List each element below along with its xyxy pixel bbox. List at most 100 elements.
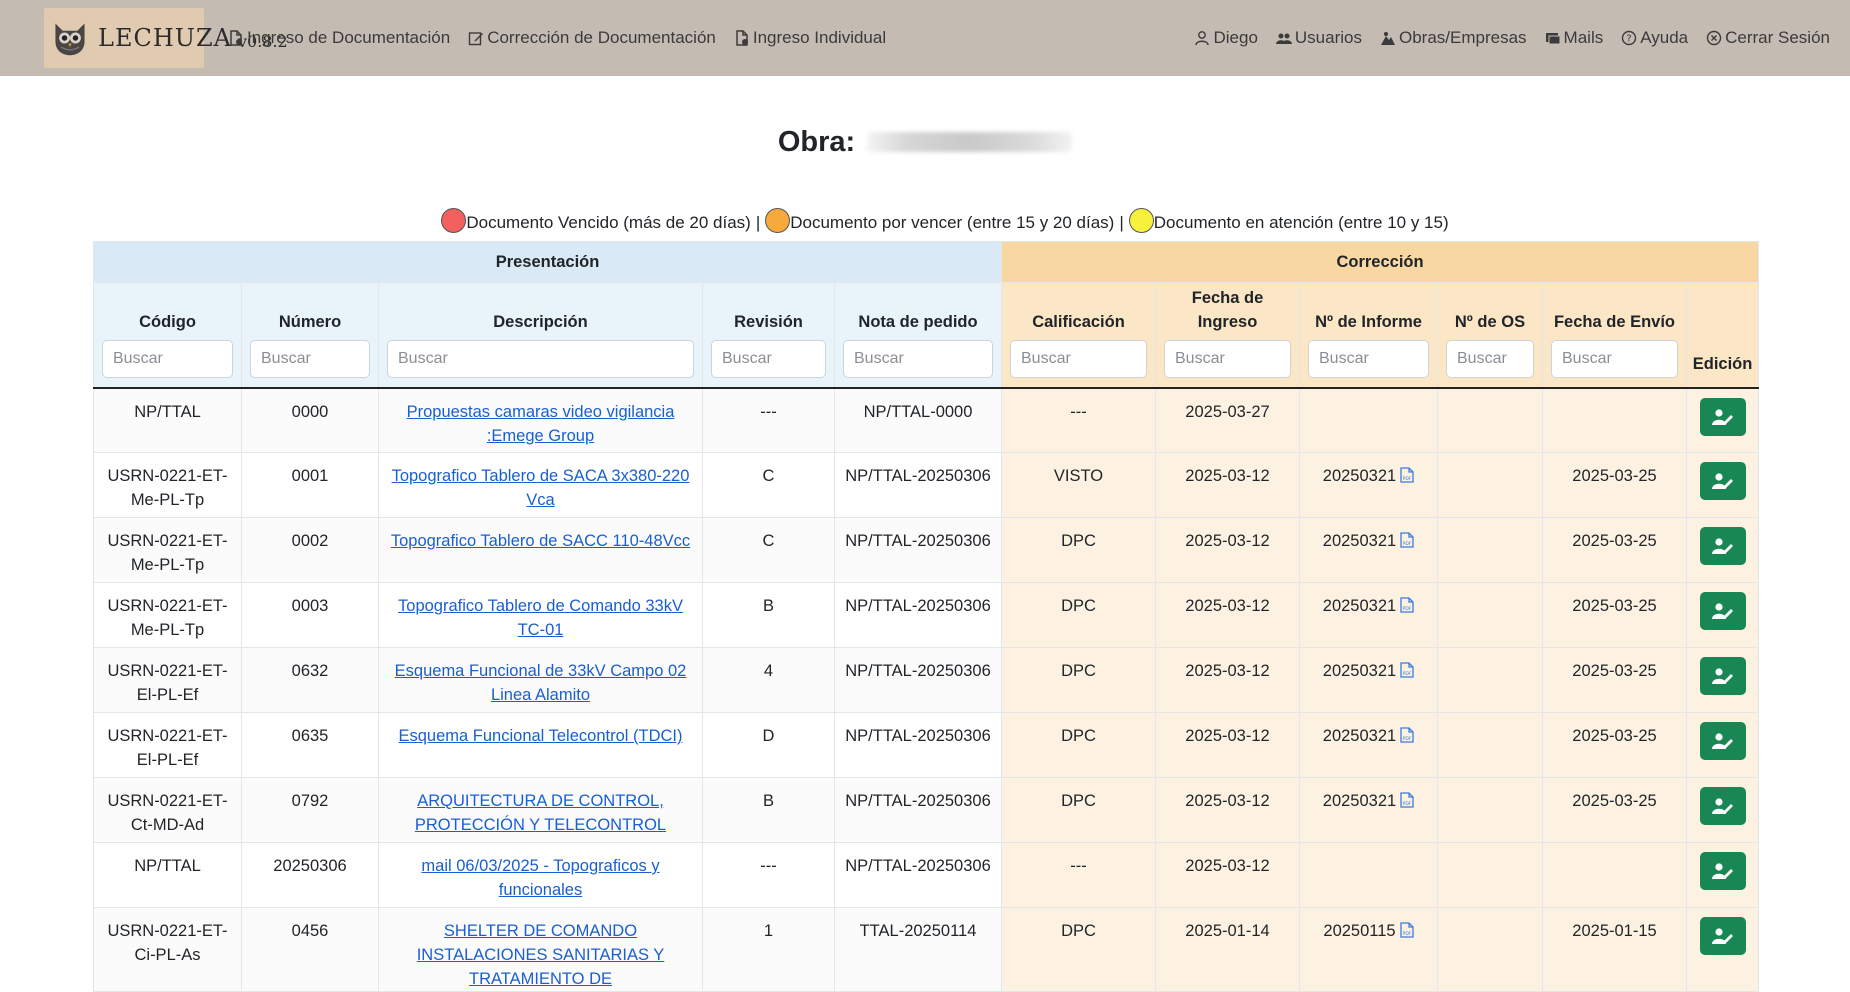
nav-ayuda[interactable]: ? Ayuda [1621, 28, 1688, 48]
documents-table-wrapper: Presentación Corrección Código Número De… [93, 241, 1760, 992]
file-upload-icon [734, 30, 750, 46]
cell-informe: 20250321 PDF [1299, 647, 1438, 713]
table-row: NP/TTAL 0000 Propuestas camaras video vi… [93, 387, 1760, 453]
table-row: USRN-0221-ET-Me-PL-Tp 0002 Topografico T… [93, 517, 1760, 583]
cell-fecha-ingreso: 2025-01-14 [1155, 907, 1300, 992]
cell-informe: 20250321 PDF [1299, 517, 1438, 583]
search-codigo-input[interactable] [102, 339, 233, 378]
pdf-file-icon[interactable]: PDF [1399, 921, 1414, 938]
edit-button[interactable] [1699, 787, 1746, 825]
nav-mails[interactable]: Mails [1545, 28, 1603, 48]
search-revision-input[interactable] [711, 339, 826, 378]
cell-fecha-envio [1542, 842, 1687, 908]
nav-obras-empresas[interactable]: Obras/Empresas [1380, 28, 1527, 48]
descripcion-link[interactable]: SHELTER DE COMANDO INSTALACIONES SANITAR… [417, 922, 665, 988]
cell-calificacion: DPC [1001, 517, 1156, 583]
cell-nota-pedido: NP/TTAL-20250306 [834, 582, 1002, 648]
cell-revision: B [702, 777, 835, 843]
col-edicion-label: Edición [1692, 354, 1753, 373]
col-codigo: Código [93, 282, 242, 389]
edit-button[interactable] [1699, 852, 1746, 890]
col-os: Nº de OS [1437, 282, 1543, 389]
cell-codigo: NP/TTAL [93, 387, 242, 453]
nav-ingreso-documentacion[interactable]: Ingreso de Documentación [228, 28, 450, 48]
user-edit-icon [1711, 668, 1733, 684]
nav-correccion-documentacion[interactable]: Corrección de Documentación [468, 28, 716, 48]
nav-correccion-documentacion-label: Corrección de Documentación [487, 28, 716, 47]
obra-label: Obra: [777, 125, 856, 158]
search-calificacion-input[interactable] [1010, 339, 1147, 378]
descripcion-link[interactable]: Topografico Tablero de SACA 3x380-220 Vc… [392, 467, 690, 509]
cell-informe [1299, 842, 1438, 908]
nav-usuarios[interactable]: Usuarios [1275, 28, 1362, 48]
nav-user-label: Diego [1213, 28, 1258, 47]
cell-informe: 20250321 PDF [1299, 777, 1438, 843]
informe-number: 20250321 [1322, 467, 1397, 485]
pdf-file-icon[interactable]: PDF [1400, 531, 1414, 548]
cell-revision: 4 [702, 647, 835, 713]
descripcion-link[interactable]: Topografico Tablero de SACC 110-48Vcc [391, 532, 690, 550]
search-fecha-envio-input[interactable] [1551, 339, 1678, 378]
descripcion-link[interactable]: Esquema Funcional de 33kV Campo 02 Linea… [395, 662, 687, 704]
nav-usuarios-label: Usuarios [1294, 28, 1362, 47]
nav-user-profile[interactable]: Diego [1194, 28, 1258, 48]
cell-codigo: USRN-0221-ET-El-PL-Ef [93, 647, 242, 713]
edit-button[interactable] [1699, 722, 1746, 760]
cell-os [1437, 517, 1543, 583]
svg-text:PDF: PDF [1403, 606, 1412, 612]
documents-table: Presentación Corrección Código Número De… [93, 241, 1760, 992]
edit-document-icon [468, 30, 484, 46]
cell-calificacion: DPC [1001, 712, 1156, 778]
cell-os [1437, 907, 1543, 992]
table-body: NP/TTAL 0000 Propuestas camaras video vi… [93, 387, 1760, 992]
informe-number: 20250321 [1322, 727, 1397, 745]
col-numero: Número [241, 282, 379, 389]
search-fecha-ingreso-input[interactable] [1164, 339, 1291, 378]
descripcion-link[interactable]: Propuestas camaras video vigilancia :Eme… [407, 403, 675, 445]
search-descripcion-input[interactable] [387, 339, 694, 378]
cell-descripcion: Topografico Tablero de SACC 110-48Vcc [378, 517, 703, 583]
descripcion-link[interactable]: Topografico Tablero de Comando 33kV TC-0… [398, 597, 683, 639]
search-nota-pedido-input[interactable] [843, 339, 993, 378]
legend-atencion: Documento en atención (entre 10 y 15) [1153, 213, 1449, 232]
edit-button[interactable] [1699, 462, 1746, 500]
cell-os [1437, 712, 1543, 778]
group-presentacion: Presentación [93, 241, 1002, 283]
cell-codigo: USRN-0221-ET-El-PL-Ef [93, 712, 242, 778]
cell-descripcion: Esquema Funcional de 33kV Campo 02 Linea… [378, 647, 703, 713]
legend-por-vencer: Documento por vencer (entre 15 y 20 días… [790, 213, 1115, 232]
pdf-file-icon[interactable]: PDF [1400, 791, 1414, 808]
descripcion-link[interactable]: Esquema Funcional Telecontrol (TDCI) [399, 727, 683, 745]
nav-ingreso-individual-label: Ingreso Individual [752, 28, 887, 47]
legend-separator: | [1119, 213, 1124, 232]
descripcion-link[interactable]: ARQUITECTURA DE CONTROL, PROTECCIÓN Y TE… [415, 792, 666, 834]
cell-informe [1299, 387, 1438, 453]
file-upload-icon [228, 30, 244, 46]
edit-button[interactable] [1699, 592, 1746, 630]
pdf-file-icon[interactable]: PDF [1400, 596, 1414, 613]
nav-ingreso-individual[interactable]: Ingreso Individual [734, 28, 886, 48]
search-os-input[interactable] [1446, 339, 1534, 378]
cell-nota-pedido: NP/TTAL-20250306 [834, 842, 1002, 908]
close-circle-icon [1706, 30, 1722, 46]
col-informe-label: Nº de Informe [1315, 312, 1422, 331]
search-informe-input[interactable] [1308, 339, 1429, 378]
informe-number: 20250321 [1322, 662, 1397, 680]
edit-button[interactable] [1699, 657, 1746, 695]
cell-edicion [1685, 517, 1760, 583]
pdf-file-icon[interactable]: PDF [1400, 466, 1414, 483]
status-legend: Documento Vencido (más de 20 días) | Doc… [0, 207, 1850, 238]
pdf-file-icon[interactable]: PDF [1400, 661, 1414, 678]
cell-os [1437, 387, 1543, 453]
cell-calificacion: DPC [1001, 907, 1156, 992]
edit-button[interactable] [1699, 397, 1746, 436]
descripcion-link[interactable]: mail 06/03/2025 - Topograficos y funcion… [421, 857, 659, 899]
search-numero-input[interactable] [250, 339, 370, 378]
table-row: USRN-0221-ET-Me-PL-Tp 0003 Topografico T… [93, 582, 1760, 648]
nav-cerrar-sesion[interactable]: Cerrar Sesión [1706, 28, 1830, 48]
edit-button[interactable] [1699, 917, 1746, 955]
edit-button[interactable] [1699, 527, 1746, 565]
cell-numero: 0000 [241, 387, 379, 453]
pdf-file-icon[interactable]: PDF [1400, 726, 1414, 743]
brand-logo[interactable]: LECHUZA v0.8.2 [44, 8, 288, 68]
